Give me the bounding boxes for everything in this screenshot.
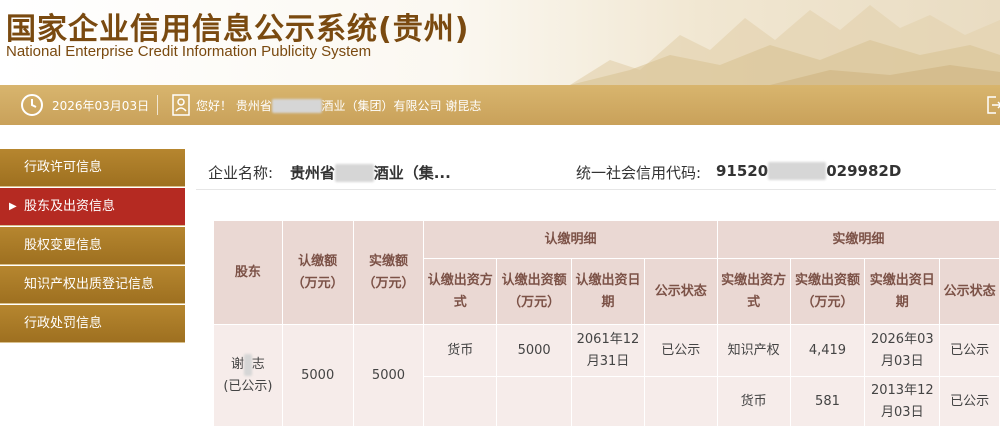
current-date: 2026年03月03日 (52, 99, 150, 113)
sidebar-item-shareholders[interactable]: ▶ 股东及出资信息 (0, 188, 185, 226)
paid-amount-detail: 581 (789, 376, 866, 427)
sub-method-empty (423, 376, 498, 427)
sidebar-item-admin-penalty[interactable]: 行政处罚信息 (0, 305, 185, 343)
sub-amount: 5000 (496, 324, 573, 377)
redacted-text: xxxxxxx (271, 99, 322, 113)
col-paid-status: 公示状态 (939, 258, 1000, 325)
sub-amount-empty (496, 376, 573, 427)
col-paid: 实缴额（万元） (352, 220, 425, 325)
credit-code-value: 91520xxxxxx029982D (716, 162, 902, 180)
logout-icon[interactable] (986, 95, 1000, 115)
user-icon (172, 94, 190, 116)
sidebar-item-admin-license[interactable]: 行政许可信息 (0, 149, 185, 187)
paid-status: 已公示 (939, 324, 1000, 377)
company-name-label: 企业名称: (208, 164, 274, 182)
sub-method: 货币 (423, 324, 498, 377)
col-sub-status: 公示状态 (643, 258, 718, 325)
paid-date: 2013年12月03日 (864, 376, 941, 427)
col-paid-date: 实缴出资日期 (864, 258, 941, 325)
sub-date-empty (571, 376, 645, 427)
paid-amount-detail: 4,419 (789, 324, 866, 377)
company-name-value: 贵州省xxxx酒业（集... (290, 164, 451, 182)
site-header: 国家企业信用信息公示系统(贵州) National Enterprise Cre… (0, 0, 1000, 85)
paid-method: 知识产权 (716, 324, 791, 377)
sidebar-item-equity-change[interactable]: 股权变更信息 (0, 227, 185, 265)
redacted-text: x (244, 353, 252, 376)
table-row: 谢x志(已公示) 5000 5000 货币 5000 2061年12月31日 已… (213, 324, 1000, 427)
paid-status: 已公示 (939, 376, 1000, 427)
col-sub-amount: 认缴出资额（万元） (496, 258, 573, 325)
clock-icon (21, 94, 43, 116)
col-paid-detail: 实缴明细 (716, 220, 1000, 259)
redacted-text: xxxx (335, 164, 374, 182)
col-sub-method: 认缴出资方式 (423, 258, 498, 325)
paid-method: 货币 (716, 376, 791, 427)
col-paid-amount: 实缴出资额（万元） (789, 258, 866, 325)
mountain-landscape-image (570, 5, 1000, 85)
shareholder-name: 谢x志(已公示) (213, 324, 283, 427)
sub-date: 2061年12月31日 (571, 324, 645, 377)
site-title: 国家企业信用信息公示系统(贵州) (6, 12, 470, 47)
col-subscribed: 认缴额（万元） (281, 220, 354, 325)
sidebar-nav: 行政许可信息 ▶ 股东及出资信息 股权变更信息 知识产权出质登记信息 行政处罚信息 (0, 149, 185, 344)
sidebar-item-ip-pledge[interactable]: 知识产权出质登记信息 (0, 266, 185, 304)
site-subtitle: National Enterprise Credit Information P… (6, 43, 372, 60)
sub-status-empty (643, 376, 718, 427)
sub-status: 已公示 (643, 324, 718, 377)
paid-amount: 5000 (352, 324, 425, 427)
user-greeting: 您好！ 贵州省xxxxxxx酒业（集团）有限公司 谢昆志 (196, 99, 482, 113)
company-info: 企业名称: 贵州省xxxx酒业（集... 统一社会信用代码: 91520xxxx… (196, 150, 996, 190)
paid-date: 2026年03月03日 (864, 324, 941, 377)
col-sub-detail: 认缴明细 (423, 220, 718, 259)
info-bar: 2026年03月03日 您好！ 贵州省xxxxxxx酒业（集团）有限公司 谢昆志 (0, 85, 1000, 125)
col-sub-date: 认缴出资日期 (571, 258, 645, 325)
divider (157, 95, 158, 115)
credit-code-label: 统一社会信用代码: (576, 164, 702, 182)
shareholder-table: 股东 认缴额（万元） 实缴额（万元） 认缴明细 实缴明细 认缴出资方式 认缴出资… (213, 220, 1000, 427)
subscribed-amount: 5000 (281, 324, 354, 427)
col-shareholder: 股东 (213, 220, 283, 325)
redacted-text: xxxxxx (768, 162, 827, 180)
col-paid-method: 实缴出资方式 (716, 258, 791, 325)
triangle-right-icon: ▶ (9, 201, 17, 212)
